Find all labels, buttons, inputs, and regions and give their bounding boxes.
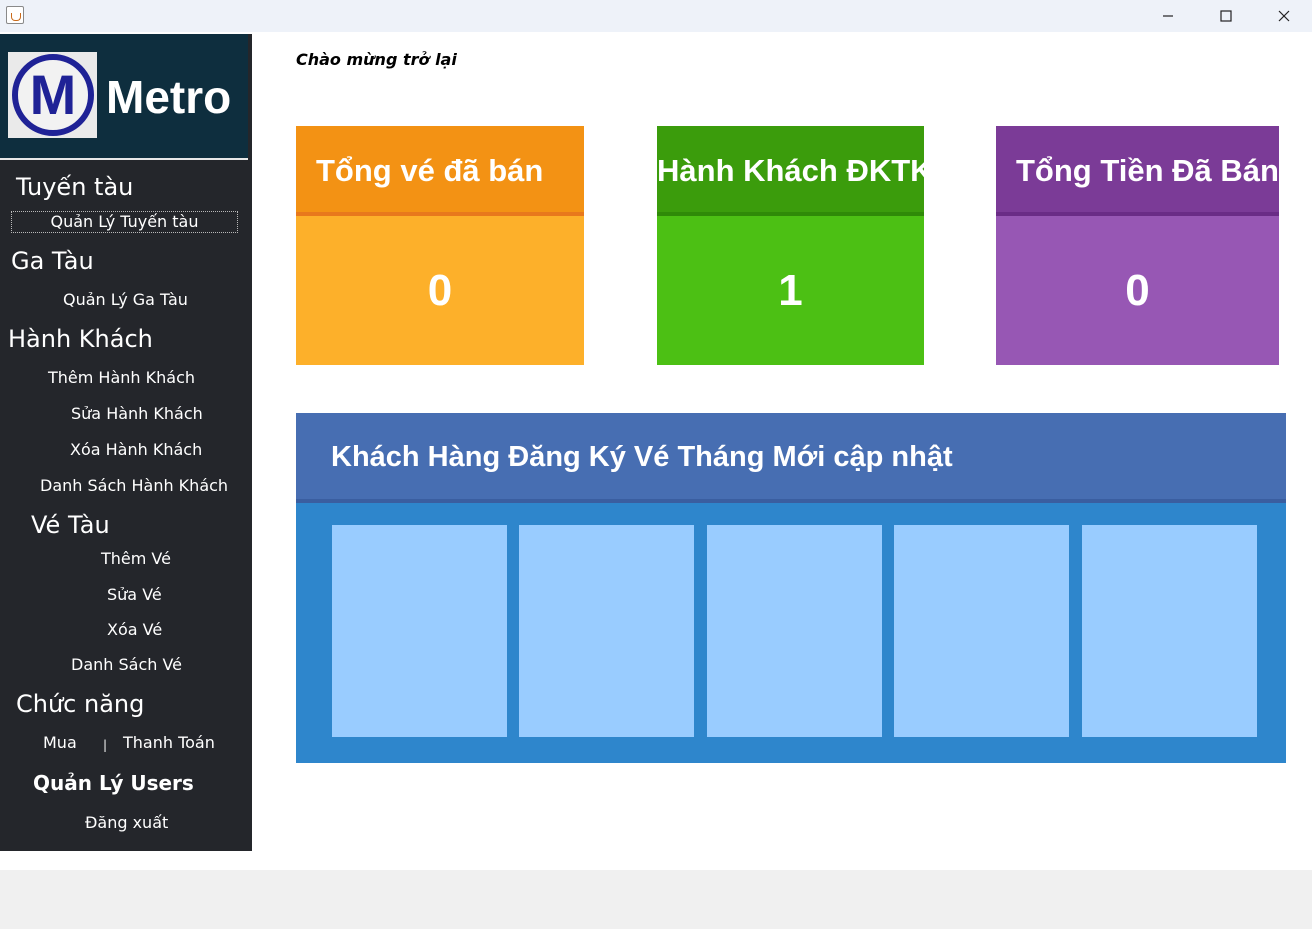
menu-thanh-toan[interactable]: Thanh Toán (123, 735, 215, 751)
stat-card-revenue: Tổng Tiền Đã Bán 0 (996, 126, 1279, 365)
section-ve-tau: Vé Tàu (31, 511, 110, 539)
stat-card-title: Tổng Tiền Đã Bán (1016, 153, 1279, 188)
menu-dang-xuat[interactable]: Đăng xuất (85, 815, 168, 831)
metro-logo-circle: M (12, 54, 94, 136)
metro-logo-letter: M (29, 63, 77, 126)
panel-header: Khách Hàng Đăng Ký Vé Tháng Mới cập nhật (296, 413, 1286, 499)
stat-card-value: 0 (427, 265, 453, 315)
welcome-text: Chào mừng trở lại (296, 50, 457, 69)
menu-sua-hanh-khach[interactable]: Sửa Hành Khách (71, 406, 203, 422)
menu-quan-ly-tuyen-tau[interactable]: Quản Lý Tuyến tàu (11, 211, 238, 233)
section-hanh-khach: Hành Khách (8, 325, 153, 353)
metro-logo: M (8, 52, 97, 138)
title-bar (0, 0, 1312, 32)
stat-card-body: 0 (296, 216, 584, 365)
menu-them-hanh-khach[interactable]: Thêm Hành Khách (48, 370, 195, 386)
stat-card-value: 0 (1125, 265, 1150, 315)
close-icon (1278, 10, 1290, 22)
menu-sua-ve[interactable]: Sửa Vé (107, 587, 162, 603)
menu-quan-ly-users[interactable]: Quản Lý Users (33, 773, 194, 793)
java-app-icon (6, 6, 24, 24)
stat-card-body: 0 (996, 216, 1279, 365)
recent-registrations-panel: Khách Hàng Đăng Ký Vé Tháng Mới cập nhật (296, 413, 1286, 763)
menu-xoa-hanh-khach[interactable]: Xóa Hành Khách (70, 442, 202, 458)
maximize-button[interactable] (1197, 0, 1255, 32)
stat-card-title: Hành Khách ĐKTK (657, 153, 933, 188)
panel-title: Khách Hàng Đăng Ký Vé Tháng Mới cập nhật (331, 441, 953, 473)
stat-card-passengers: Hành Khách ĐKTK 1 (657, 126, 933, 365)
panel-divider (296, 499, 1286, 503)
customer-slot (1082, 525, 1257, 737)
close-button[interactable] (1255, 0, 1312, 32)
brand-title: Metro (106, 71, 232, 123)
stat-card-header: Tổng Tiền Đã Bán (996, 126, 1279, 216)
main-window: M Metro Tuyến tàu Quản Lý Tuyến tàu Ga T… (0, 32, 1312, 870)
stat-card-body: 1 (657, 216, 924, 365)
menu-quan-ly-ga-tau[interactable]: Quản Lý Ga Tàu (63, 292, 188, 308)
stat-card-header: Hành Khách ĐKTK (657, 126, 933, 216)
maximize-icon (1220, 10, 1232, 22)
menu-xoa-ve[interactable]: Xóa Vé (107, 622, 162, 638)
brand-header: M Metro (0, 34, 248, 160)
section-ga-tau: Ga Tàu (11, 247, 94, 275)
customer-slot (707, 525, 882, 737)
customer-slot (894, 525, 1069, 737)
section-chuc-nang: Chức năng (16, 690, 145, 718)
customer-slot (332, 525, 507, 737)
sidebar: M Metro Tuyến tàu Quản Lý Tuyến tàu Ga T… (0, 34, 252, 851)
menu-danh-sach-ve[interactable]: Danh Sách Vé (71, 657, 182, 673)
menu-them-ve[interactable]: Thêm Vé (101, 551, 171, 567)
stat-card-tickets-sold: Tổng vé đã bán 0 (296, 126, 584, 365)
stat-card-title: Tổng vé đã bán (316, 153, 544, 188)
menu-danh-sach-hanh-khach[interactable]: Danh Sách Hành Khách (40, 478, 228, 494)
stat-card-header: Tổng vé đã bán (296, 126, 584, 216)
minimize-button[interactable] (1139, 0, 1197, 32)
customer-slot (519, 525, 694, 737)
section-tuyen-tau: Tuyến tàu (16, 173, 134, 201)
menu-mua[interactable]: Mua (43, 735, 77, 751)
stat-card-value: 1 (778, 265, 803, 315)
menu-separator: | (103, 738, 108, 752)
minimize-icon (1163, 15, 1173, 17)
